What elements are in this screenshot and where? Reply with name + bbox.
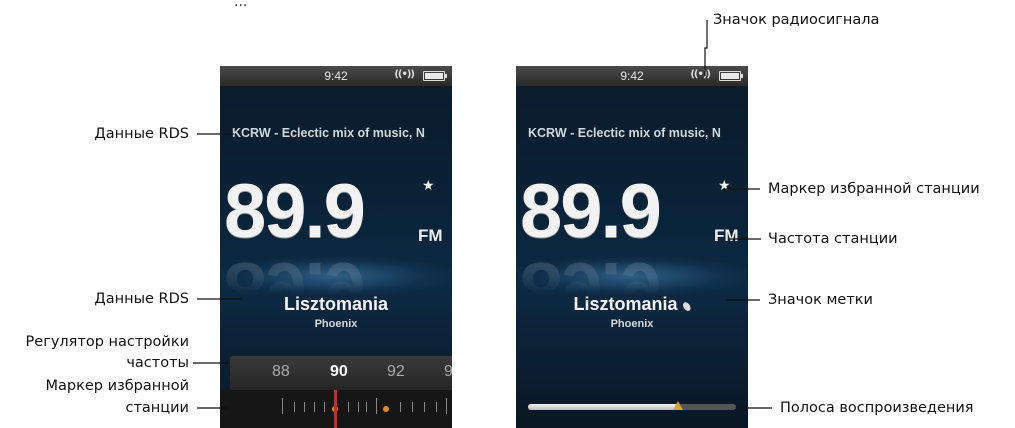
- callout-line-radio-signal: [704, 20, 708, 76]
- callout-playback: Полоса воспроизведения: [780, 400, 974, 416]
- callout-fav-station: Маркер избранной станции: [768, 181, 980, 197]
- callout-frequency: Частота станции: [768, 231, 898, 247]
- callout-fav-line1: Маркер избранной: [45, 378, 189, 394]
- callout-tuner-line2: частоты: [126, 355, 189, 371]
- callout-fav-line2: станции: [125, 400, 189, 416]
- callout-rds-top: Данные RDS: [94, 126, 189, 142]
- callout-radio-signal: Значок радиосигнала: [713, 12, 880, 28]
- callout-rds-bottom: Данные RDS: [94, 291, 189, 307]
- callout-tuner-line1: Регулятор настройки: [25, 334, 189, 350]
- callout-tag-icon: Значок метки: [768, 292, 873, 308]
